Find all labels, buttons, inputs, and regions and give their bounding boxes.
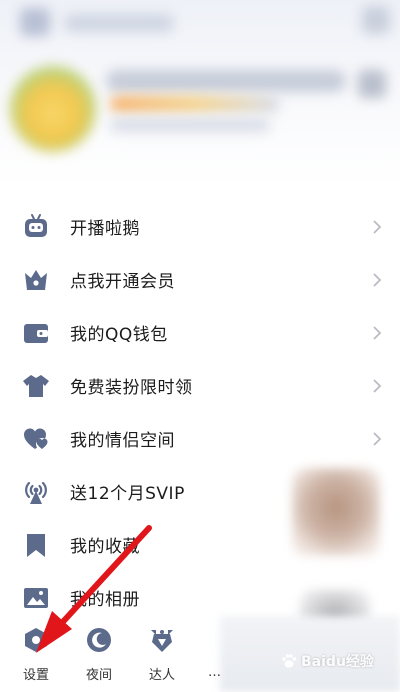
night-label: 夜间: [85, 668, 112, 683]
menu-item-label: 我的相册: [70, 590, 140, 610]
menu-item-wallet[interactable]: 我的QQ钱包: [0, 306, 400, 359]
chevron-right-icon: [373, 431, 382, 446]
menu-item-couple[interactable]: 我的情侣空间: [0, 412, 400, 465]
menu-item-svip[interactable]: 送12个月SVIP: [0, 465, 400, 518]
menu-item-dressup[interactable]: 免费装扮限时领: [0, 359, 400, 412]
baidu-jingyan-watermark: Baidu经验: [280, 648, 392, 674]
menu-item-label: 我的情侣空间: [70, 431, 175, 451]
qr-code-icon[interactable]: [358, 70, 386, 98]
menu-item-label: 送12个月SVIP: [70, 484, 185, 504]
menu-item-label: 开播啦鹅: [70, 219, 140, 239]
menu-item-vip[interactable]: 点我开通会员: [0, 253, 400, 306]
night-mode-button[interactable]: 夜间: [69, 626, 129, 683]
menu-item-label: 我的收藏: [70, 537, 140, 557]
shirt-icon: [22, 372, 50, 400]
wallet-icon: [22, 319, 50, 347]
chevron-right-icon: [373, 219, 382, 234]
baidu-paw-icon: [282, 654, 297, 668]
daren-button[interactable]: 达人: [132, 626, 192, 683]
bookmark-icon: [22, 531, 50, 559]
crown-icon: [22, 266, 50, 294]
profile-header-blurred: [0, 0, 400, 185]
header-left-icon: [20, 8, 50, 36]
couple-heart-icon: [22, 425, 50, 453]
moon-icon: [87, 628, 111, 652]
daren-badge-icon: [151, 630, 173, 652]
broadcast-antenna-icon: [22, 478, 50, 506]
header-right-icon: [362, 6, 390, 34]
profile-badges-blurred: [110, 96, 280, 112]
profile-name-blurred: [106, 70, 346, 92]
menu-item-label: 点我开通会员: [70, 272, 175, 292]
drawer-menu: 开播啦鹅 点我开通会员 我的QQ钱包 免费装扮限时领 我的情侣空间 送12个月S…: [0, 200, 400, 624]
drawer-bottom-bar: 设置 夜间 达人 …: [0, 618, 260, 692]
chevron-right-icon: [373, 378, 382, 393]
photo-album-icon: [22, 584, 50, 612]
partial-tab-label[interactable]: …: [208, 665, 221, 680]
profile-signature-blurred: [110, 118, 270, 132]
watermark-text: Baidu经验: [301, 654, 374, 670]
robot-tv-icon: [22, 213, 50, 241]
settings-hexagon-icon: [25, 628, 47, 652]
menu-item-favorites[interactable]: 我的收藏: [0, 518, 400, 571]
settings-button[interactable]: 设置: [6, 626, 66, 683]
menu-item-album[interactable]: 我的相册: [0, 571, 400, 624]
chevron-right-icon: [373, 325, 382, 340]
daren-label: 达人: [148, 668, 175, 683]
menu-item-label: 免费装扮限时领: [70, 378, 193, 398]
header-left-text: [64, 14, 174, 32]
chevron-right-icon: [373, 272, 382, 287]
menu-item-label: 我的QQ钱包: [70, 325, 168, 345]
avatar[interactable]: [10, 66, 96, 152]
menu-item-kaibo[interactable]: 开播啦鹅: [0, 200, 400, 253]
settings-label: 设置: [22, 668, 49, 683]
